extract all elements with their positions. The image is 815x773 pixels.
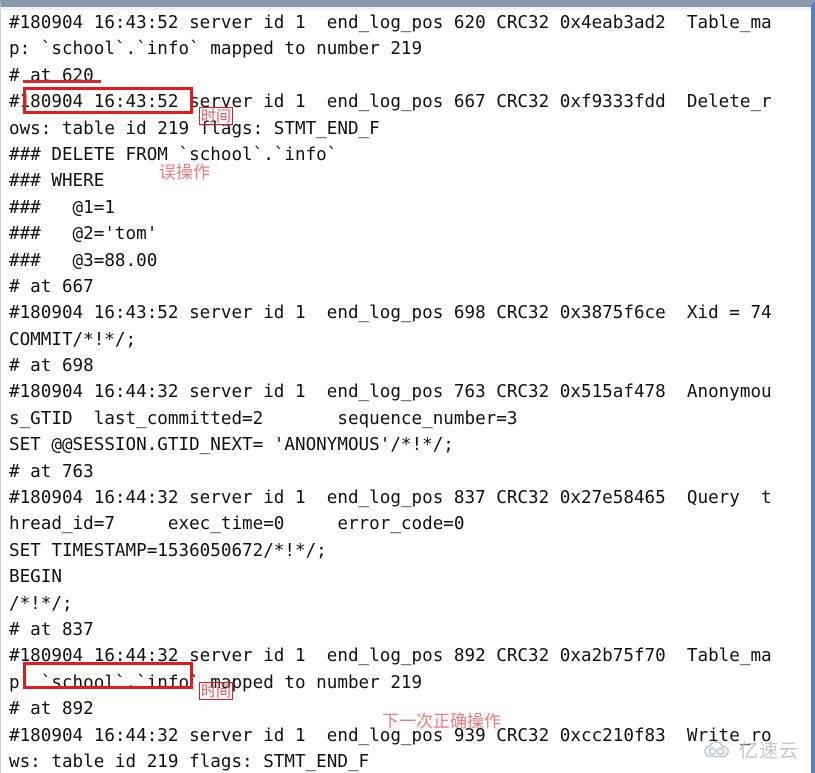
log-line: ### DELETE FROM `school`.`info`	[9, 144, 338, 165]
log-line: #180904 16:44:32 server id 1 end_log_pos…	[9, 382, 772, 403]
log-line: # at 667	[9, 276, 94, 297]
log-line: # at 837	[9, 619, 94, 640]
log-line: # at 763	[9, 461, 94, 482]
log-line: # at 892	[9, 699, 94, 720]
log-line: BEGIN	[9, 567, 62, 588]
log-line: hread_id=7 exec_time=0 error_code=0	[9, 514, 465, 535]
log-line: #180904 16:44:32 server id 1 end_log_pos…	[9, 646, 772, 667]
log-line: SET TIMESTAMP=1536050672/*!*/;	[9, 540, 327, 561]
log-line: # at 698	[9, 356, 94, 377]
log-line: ### @3=88.00	[9, 250, 158, 271]
binlog-output-window: #180904 16:43:52 server id 1 end_log_pos…	[0, 0, 815, 773]
log-line: ### WHERE	[9, 171, 105, 192]
log-line: p: `school`.`info` mapped to number 219	[9, 672, 423, 693]
log-line: #180904 16:43:52 server id 1 end_log_pos…	[9, 303, 772, 324]
log-line: p: `school`.`info` mapped to number 219	[9, 39, 423, 60]
log-line: s_GTID last_committed=2 sequence_number=…	[9, 408, 518, 429]
log-line: COMMIT/*!*/;	[9, 329, 137, 350]
log-line: ws: table id 219 flags: STMT_END_F	[9, 751, 370, 772]
log-line: #180904 16:44:32 server id 1 end_log_pos…	[9, 725, 772, 746]
log-line: #180904 16:43:52 server id 1 end_log_pos…	[9, 13, 772, 33]
log-line: #180904 16:43:52 server id 1 end_log_pos…	[9, 92, 772, 113]
log-line: ### @1=1	[9, 197, 115, 218]
log-line: #180904 16:44:32 server id 1 end_log_pos…	[9, 488, 772, 509]
binlog-text-area[interactable]: #180904 16:43:52 server id 1 end_log_pos…	[1, 10, 811, 773]
log-line: ows: table id 219 flags: STMT_END_F	[9, 118, 380, 139]
log-line: /*!*/;	[9, 593, 73, 614]
log-line: # at 620	[9, 65, 94, 86]
log-line: SET @@SESSION.GTID_NEXT= 'ANONYMOUS'/*!*…	[9, 435, 454, 456]
log-line: ### @2='tom'	[9, 224, 158, 245]
